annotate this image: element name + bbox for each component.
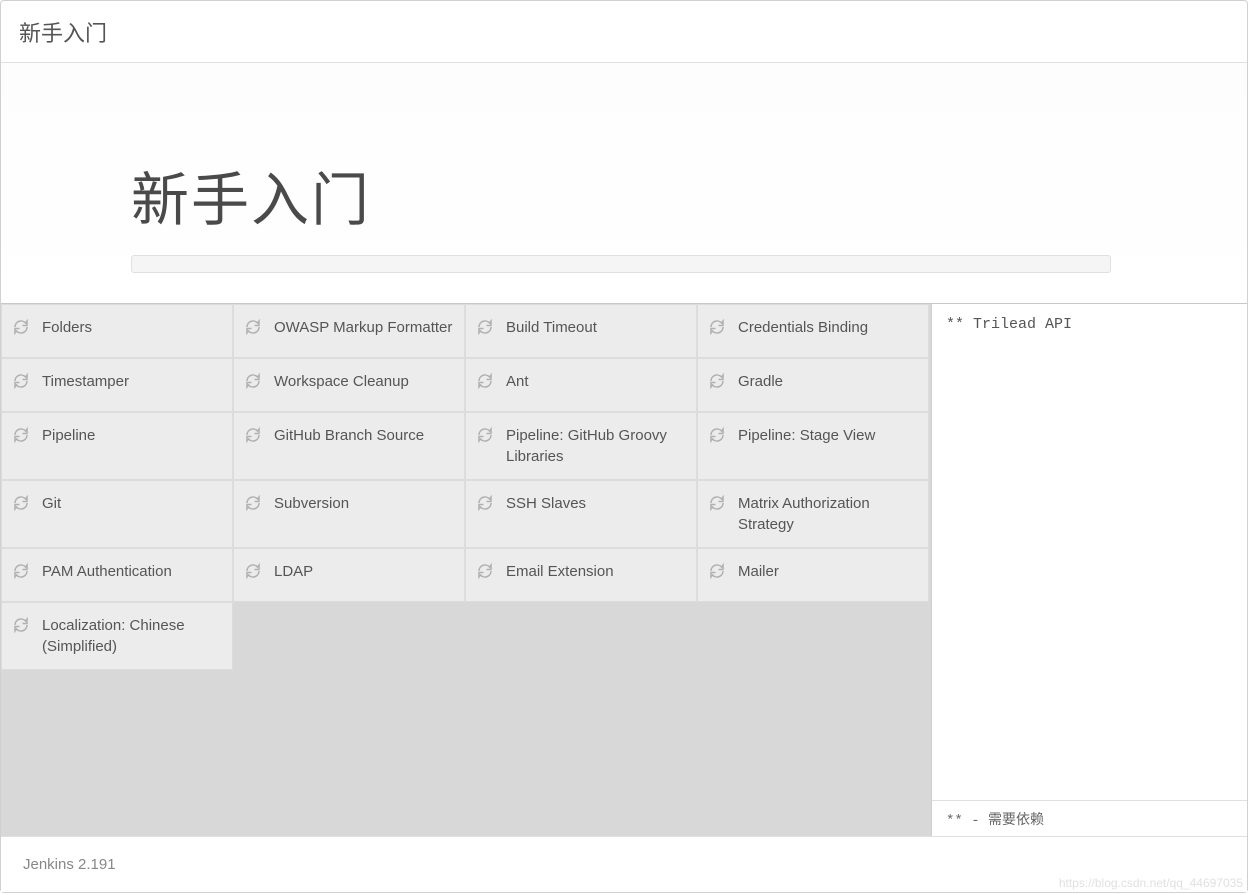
plugin-card: PAM Authentication — [1, 548, 233, 602]
plugin-label: Ant — [506, 371, 686, 392]
hero-section: 新手入门 — [1, 63, 1247, 303]
window-title: 新手入门 — [19, 16, 107, 48]
side-panel: ** Trilead API ** - 需要依赖 — [931, 304, 1247, 836]
plugin-card: Timestamper — [1, 358, 233, 412]
refresh-icon — [12, 372, 30, 390]
plugin-card: Pipeline — [1, 412, 233, 480]
refresh-icon — [476, 318, 494, 336]
plugin-label: Git — [42, 493, 222, 514]
refresh-icon — [708, 494, 726, 512]
footer: Jenkins 2.191 — [1, 836, 1247, 892]
plugin-label: Pipeline: Stage View — [738, 425, 918, 446]
plugin-label: GitHub Branch Source — [274, 425, 454, 446]
plugin-card: Mailer — [697, 548, 929, 602]
plugin-card: LDAP — [233, 548, 465, 602]
refresh-icon — [708, 372, 726, 390]
plugin-label: Pipeline — [42, 425, 222, 446]
plugin-label: LDAP — [274, 561, 454, 582]
plugin-card: GitHub Branch Source — [233, 412, 465, 480]
plugin-card: Build Timeout — [465, 304, 697, 358]
plugin-label: Timestamper — [42, 371, 222, 392]
titlebar: 新手入门 — [1, 1, 1247, 63]
plugin-card: Credentials Binding — [697, 304, 929, 358]
plugin-card: SSH Slaves — [465, 480, 697, 548]
plugin-card: Gradle — [697, 358, 929, 412]
plugin-card: Git — [1, 480, 233, 548]
log-line: ** Trilead API — [946, 316, 1072, 333]
dependency-note-text: ** - 需要依赖 — [946, 813, 1044, 829]
plugin-card: Folders — [1, 304, 233, 358]
refresh-icon — [708, 318, 726, 336]
plugin-card: Pipeline: GitHub Groovy Libraries — [465, 412, 697, 480]
plugin-label: Workspace Cleanup — [274, 371, 454, 392]
refresh-icon — [476, 562, 494, 580]
refresh-icon — [476, 426, 494, 444]
plugin-card: Localization: Chinese (Simplified) — [1, 602, 233, 670]
refresh-icon — [244, 494, 262, 512]
plugin-grid: Folders OWASP Markup Formatter Build Timeo… — [1, 304, 931, 836]
refresh-icon — [244, 318, 262, 336]
plugin-label: Localization: Chinese (Simplified) — [42, 615, 222, 657]
plugin-label: PAM Authentication — [42, 561, 222, 582]
plugin-label: Email Extension — [506, 561, 686, 582]
plugin-label: SSH Slaves — [506, 493, 686, 514]
plugin-label: Folders — [42, 317, 222, 338]
dependency-note: ** - 需要依赖 — [932, 800, 1247, 836]
refresh-icon — [12, 616, 30, 634]
plugin-card: Subversion — [233, 480, 465, 548]
plugin-card: Pipeline: Stage View — [697, 412, 929, 480]
refresh-icon — [708, 426, 726, 444]
refresh-icon — [476, 372, 494, 390]
plugin-label: Matrix Authorization Strategy — [738, 493, 918, 535]
setup-wizard-window: 新手入门 新手入门 Folders OWASP Markup Formatter B… — [0, 0, 1248, 893]
refresh-icon — [244, 372, 262, 390]
plugin-card: Ant — [465, 358, 697, 412]
plugin-card: Workspace Cleanup — [233, 358, 465, 412]
plugin-card: Matrix Authorization Strategy — [697, 480, 929, 548]
refresh-icon — [12, 562, 30, 580]
version-label: Jenkins 2.191 — [23, 856, 116, 873]
refresh-icon — [708, 562, 726, 580]
plugin-label: Credentials Binding — [738, 317, 918, 338]
plugin-card: Email Extension — [465, 548, 697, 602]
install-log: ** Trilead API — [932, 304, 1247, 800]
install-progress-bar — [131, 255, 1111, 273]
plugin-label: Build Timeout — [506, 317, 686, 338]
refresh-icon — [476, 494, 494, 512]
page-title: 新手入门 — [131, 153, 1117, 237]
plugin-card: OWASP Markup Formatter — [233, 304, 465, 358]
refresh-icon — [244, 426, 262, 444]
refresh-icon — [12, 426, 30, 444]
plugin-label: Pipeline: GitHub Groovy Libraries — [506, 425, 686, 467]
plugin-label: Mailer — [738, 561, 918, 582]
refresh-icon — [12, 494, 30, 512]
plugin-label: Gradle — [738, 371, 918, 392]
body-row: Folders OWASP Markup Formatter Build Timeo… — [1, 303, 1247, 836]
refresh-icon — [12, 318, 30, 336]
refresh-icon — [244, 562, 262, 580]
plugin-label: Subversion — [274, 493, 454, 514]
plugin-label: OWASP Markup Formatter — [274, 317, 454, 338]
